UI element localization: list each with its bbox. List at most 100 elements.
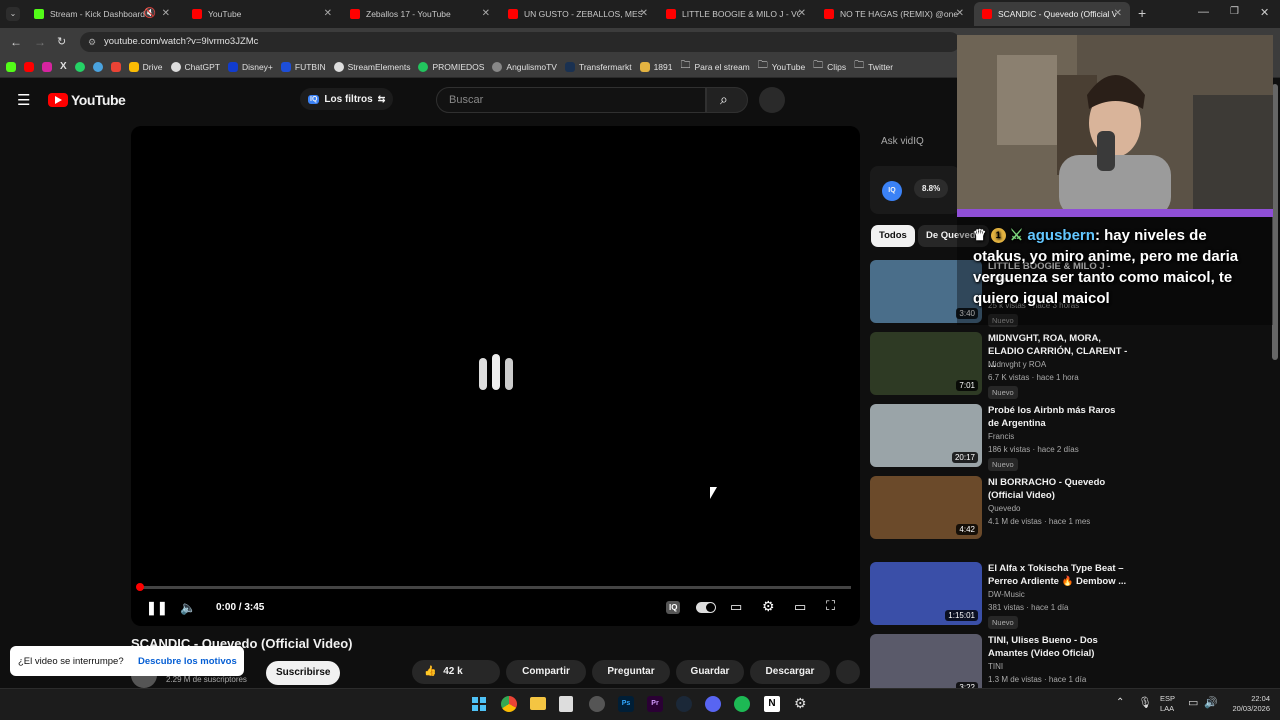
scrubber-handle[interactable]: [136, 583, 144, 591]
ask-button[interactable]: Preguntar: [592, 660, 670, 684]
recommendation-title[interactable]: NI BORRACHO - Quevedo (Official Video): [988, 476, 1128, 502]
bookmark-folder-youtube[interactable]: 🗀 YouTube: [758, 58, 805, 75]
filters-button[interactable]: IQ Los filtros ⇆: [300, 88, 394, 110]
url-field[interactable]: ⚙ youtube.com/watch?v=9lvrmo3JZMc: [80, 32, 960, 52]
recommendation-item[interactable]: 7:01 MIDNVGHT, ROA, MORA, ELADIO CARRIÓN,…: [870, 332, 1130, 399]
microphone-icon[interactable]: 🎙: [1138, 696, 1152, 709]
bookmark-youtube-icon[interactable]: [24, 61, 34, 72]
ask-vidiq-input[interactable]: Ask vidIQ: [870, 126, 960, 160]
youtube-logo[interactable]: YouTube: [48, 92, 126, 108]
close-icon[interactable]: ✕: [798, 8, 806, 19]
close-icon[interactable]: ✕: [482, 8, 490, 19]
bookmark-folder-clips[interactable]: 🗀 Clips: [813, 58, 846, 75]
menu-icon[interactable]: ☰: [17, 91, 30, 109]
subscribe-button[interactable]: Suscribirse: [266, 661, 341, 685]
progress-bar[interactable]: [136, 583, 851, 591]
recommendation-channel[interactable]: DW-Music: [988, 590, 1025, 599]
recommendation-item[interactable]: 4:42 NI BORRACHO - Quevedo (Official Vide…: [870, 476, 1130, 540]
new-tab-button[interactable]: +: [1138, 5, 1146, 21]
close-icon[interactable]: 🔇: [144, 8, 156, 19]
vidiq-player-button[interactable]: IQ: [666, 601, 681, 614]
autoplay-toggle[interactable]: [696, 602, 716, 613]
chip-todos[interactable]: Todos: [871, 225, 915, 247]
toast-link[interactable]: Descubre los motivos: [138, 656, 237, 667]
taskbar-photoshop-icon[interactable]: Ps: [618, 696, 634, 712]
bookmark-transfermarkt[interactable]: Transfermarkt: [564, 61, 632, 72]
bookmark-instagram-icon[interactable]: [42, 61, 52, 72]
tab-scandic[interactable]: SCANDIC - Quevedo (Official V ✕: [974, 2, 1130, 26]
bookmark-x-icon[interactable]: X: [60, 61, 67, 72]
pause-button[interactable]: ❚❚: [146, 600, 168, 616]
bookmark-futbin[interactable]: FUTBIN: [280, 61, 326, 72]
taskbar-obs-icon[interactable]: [589, 696, 605, 712]
video-player[interactable]: [131, 126, 860, 626]
close-icon[interactable]: ✕: [324, 8, 332, 19]
start-icon[interactable]: [472, 697, 486, 711]
lang-indicator[interactable]: ESP LAA: [1160, 694, 1175, 714]
fullscreen-button[interactable]: ⛶: [826, 598, 835, 614]
close-icon[interactable]: ✕: [1114, 8, 1122, 19]
site-info-icon[interactable]: ⚙: [88, 37, 96, 48]
download-button[interactable]: Descargar: [750, 660, 830, 684]
taskbar-discord-icon[interactable]: [705, 696, 721, 712]
bookmark-streamelements[interactable]: StreamElements: [333, 61, 410, 72]
taskbar-steam-icon[interactable]: [676, 696, 692, 712]
taskbar-notion-icon[interactable]: N: [764, 696, 780, 712]
close-icon[interactable]: ✕: [640, 8, 648, 19]
avatar[interactable]: [759, 87, 785, 113]
bookmark-whatsapp-icon[interactable]: [74, 61, 85, 72]
tab-search-button[interactable]: ⌄: [6, 7, 20, 21]
tab-no-te-hagas[interactable]: NO TE HAGAS (REMIX) @oney ✕: [816, 2, 972, 26]
recommendation-channel[interactable]: Midnvght y ROA: [988, 360, 1046, 369]
bookmark-disney[interactable]: Disney+: [227, 61, 273, 72]
settings-icon[interactable]: ⚙: [762, 598, 775, 615]
taskbar-premiere-icon[interactable]: Pr: [647, 696, 663, 712]
taskbar-explorer-icon[interactable]: [530, 697, 546, 710]
taskbar-spotify-icon[interactable]: [734, 696, 750, 712]
recommendation-thumbnail[interactable]: 1:15:01: [870, 562, 982, 625]
recommendation-title[interactable]: Probé los Airbnb más Raros de Argentina: [988, 404, 1128, 430]
bookmark-1891[interactable]: 1891: [639, 61, 672, 72]
recommendation-thumbnail[interactable]: 4:42: [870, 476, 982, 539]
save-button[interactable]: Guardar: [676, 660, 744, 684]
taskbar-settings-icon[interactable]: ⚙: [794, 695, 807, 712]
restore-button[interactable]: ❐: [1230, 6, 1239, 17]
close-window-button[interactable]: ✕: [1260, 6, 1269, 19]
share-button[interactable]: Compartir: [506, 660, 586, 684]
bookmark-drive[interactable]: Drive: [128, 61, 163, 72]
recommendation-channel[interactable]: Francis: [988, 432, 1014, 441]
recommendation-thumbnail[interactable]: 7:01: [870, 332, 982, 395]
recommendation-channel[interactable]: TINI: [988, 662, 1003, 671]
recommendation-title[interactable]: TINI, Ulises Bueno - Dos Amantes (Video …: [988, 634, 1128, 660]
subtitles-button[interactable]: ▭: [730, 599, 742, 615]
like-button[interactable]: 👍 42 k: [412, 660, 500, 684]
bookmark-angulismotv[interactable]: AngulismoTV: [492, 61, 557, 72]
theater-mode-button[interactable]: ▭: [794, 599, 806, 615]
tab-un-gusto[interactable]: UN GUSTO - ZEBALLOS, MESITA ✕: [500, 2, 656, 26]
network-icon[interactable]: ▭: [1188, 696, 1198, 709]
volume-button[interactable]: 🔈: [180, 600, 196, 616]
tab-zeballos[interactable]: Zeballos 17 - YouTube ✕: [342, 2, 498, 26]
more-actions-button[interactable]: [836, 660, 860, 684]
recommendation-title[interactable]: El Alfa x Tokischa Type Beat – Perreo Ar…: [988, 562, 1128, 588]
tab-little-boogie[interactable]: LITTLE BOOGIE & MILO J - VOY ✕: [658, 2, 814, 26]
bookmark-promiedos[interactable]: PROMIEDOS: [418, 61, 484, 72]
bookmark-gmail-icon[interactable]: [110, 61, 121, 72]
forward-icon[interactable]: →: [34, 35, 46, 49]
recommendation-thumbnail[interactable]: 20:17: [870, 404, 982, 467]
recommendation-item[interactable]: 1:15:01 El Alfa x Tokischa Type Beat – Pe…: [870, 562, 1130, 629]
reload-icon[interactable]: ↻: [57, 35, 66, 48]
tab-youtube[interactable]: YouTube ✕: [184, 2, 340, 26]
bookmark-kick-icon[interactable]: [6, 61, 16, 72]
back-icon[interactable]: ←: [10, 35, 22, 49]
tray-chevron-icon[interactable]: ⌃: [1116, 697, 1124, 708]
close-icon[interactable]: ✕: [956, 8, 964, 19]
bookmark-folder-stream[interactable]: 🗀 Para el stream: [680, 58, 749, 75]
bookmark-folder-twitter[interactable]: 🗀 Twitter: [854, 58, 893, 75]
search-button[interactable]: ⌕: [706, 87, 748, 113]
close-icon[interactable]: ✕: [162, 8, 170, 19]
taskbar-app-icon[interactable]: [559, 696, 573, 712]
minimize-button[interactable]: —: [1198, 6, 1209, 18]
tab-kick-dashboard[interactable]: Stream - Kick Dashboard 🔇 ✕: [26, 2, 178, 26]
recommendation-item[interactable]: 20:17 Probé los Airbnb más Raros de Argen…: [870, 404, 1130, 471]
